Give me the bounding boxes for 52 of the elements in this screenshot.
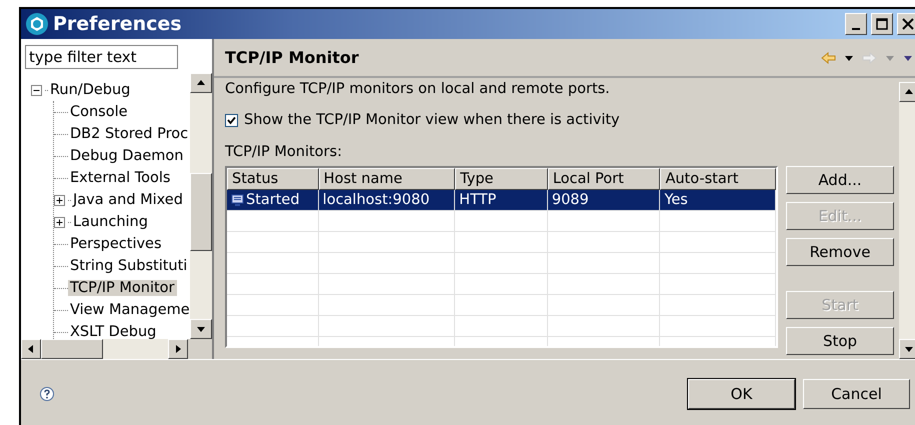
section-label: TCP/IP Monitors: <box>225 144 343 160</box>
triangle-up-icon <box>196 78 206 88</box>
tree-item[interactable]: External Tools <box>68 170 172 186</box>
tree-item[interactable]: Console <box>68 104 130 120</box>
vertical-scrollbar[interactable] <box>190 73 212 339</box>
close-button[interactable] <box>897 13 915 35</box>
tree-item[interactable]: String Substituti <box>68 258 190 274</box>
checkbox-label: Show the TCP/IP Monitor view when there is activity <box>244 112 620 128</box>
table-row[interactable]: Started localhost:9080 HTTP 9089 Yes <box>227 190 776 211</box>
collapse-icon[interactable] <box>31 84 42 96</box>
scrollbar-corner <box>188 339 212 359</box>
minimize-button[interactable] <box>845 13 867 35</box>
column-header[interactable]: Local Port <box>548 168 660 190</box>
maximize-button[interactable] <box>871 13 893 35</box>
triangle-right-icon <box>173 344 183 354</box>
column-header[interactable]: Type <box>455 168 548 190</box>
dialog-button[interactable]: Cancel <box>803 378 910 408</box>
triangle-down-icon <box>904 344 914 354</box>
close-icon <box>902 18 914 30</box>
tree-item[interactable]: XSLT Debug <box>68 324 158 339</box>
window-title: Preferences <box>53 13 183 35</box>
expand-icon[interactable] <box>54 216 65 228</box>
app-logo-icon <box>25 12 49 36</box>
triangle-left-icon <box>26 344 36 354</box>
checkbox[interactable] <box>225 114 238 126</box>
triangle-up-icon <box>904 87 914 97</box>
action-button[interactable]: Remove <box>786 238 894 266</box>
page-title: TCP/IP Monitor <box>225 48 360 67</box>
filter-field[interactable]: type filter text <box>25 45 178 69</box>
column-header[interactable]: Status <box>227 168 319 190</box>
column-header[interactable]: Auto-start <box>660 168 776 190</box>
horizontal-scrollbar[interactable] <box>21 339 212 359</box>
tree-item[interactable]: TCP/IP Monitor <box>68 280 177 296</box>
triangle-down-icon <box>196 324 206 334</box>
expand-icon[interactable] <box>54 194 65 206</box>
vertical-scrollbar[interactable] <box>899 82 915 359</box>
column-header[interactable]: Host name <box>318 168 456 190</box>
help-icon[interactable] <box>39 386 55 402</box>
tree-item[interactable]: Launching <box>71 214 150 230</box>
tree-item[interactable]: DB2 Stored Proc <box>68 126 190 142</box>
tree-item[interactable]: Run/Debug <box>48 82 132 98</box>
action-button[interactable]: Add... <box>786 166 894 194</box>
page-description: Configure TCP/IP monitors on local and remote ports. <box>225 80 611 98</box>
tree-item[interactable]: Perspectives <box>68 236 164 252</box>
tree-item[interactable]: Java and Mixed <box>71 192 185 208</box>
dialog-button[interactable]: OK <box>688 378 795 408</box>
monitor-icon <box>231 194 244 206</box>
tree-item[interactable]: Debug Daemon <box>68 148 186 164</box>
minimize-icon <box>852 28 860 30</box>
tree-item[interactable]: View Manageme <box>68 302 190 318</box>
action-button[interactable]: Stop <box>786 327 894 355</box>
maximize-icon <box>876 18 888 30</box>
